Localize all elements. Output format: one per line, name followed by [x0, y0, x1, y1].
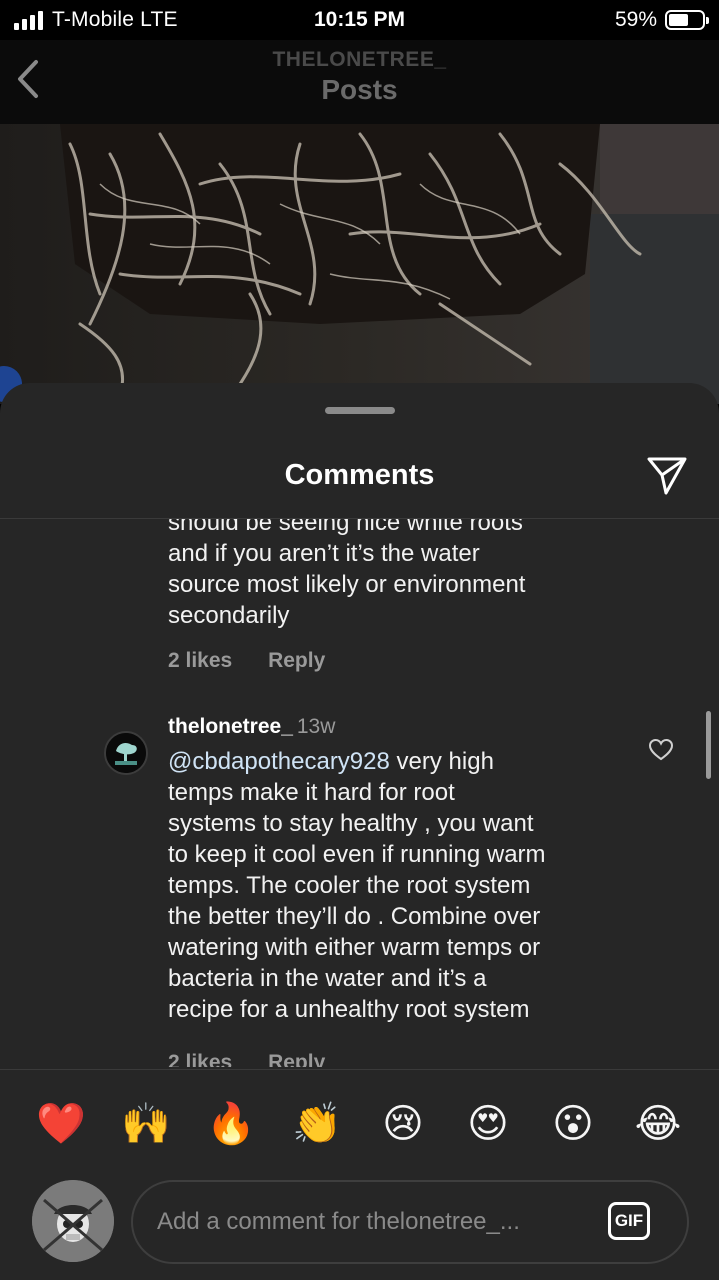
like-button[interactable]	[648, 737, 674, 763]
post-image[interactable]	[0, 124, 719, 404]
clock: 10:15 PM	[313, 8, 406, 31]
comment-meta: 2 likes Reply	[168, 1051, 355, 1067]
comment-line: temps make it hard for root	[168, 779, 455, 806]
paper-plane-icon	[647, 457, 687, 495]
composer-avatar[interactable]	[32, 1180, 114, 1262]
likes-count[interactable]: 2 likes	[168, 649, 232, 673]
page-header: THELONETREE_ Posts	[0, 40, 719, 124]
comment-line: recipe for a unhealthy root system	[168, 996, 530, 1023]
comment-line: systems to stay healthy , you want	[168, 810, 534, 837]
page-title: Posts	[321, 74, 398, 105]
emoji-heart-eyes[interactable]: 😍	[463, 1099, 513, 1149]
emoji-divider	[0, 1069, 719, 1070]
comment-text: should be seeing nice white roots and if…	[168, 519, 628, 631]
emoji-raising-hands[interactable]: 🙌	[121, 1099, 171, 1149]
header-username[interactable]: THELONETREE_	[0, 48, 719, 72]
comment-line: to keep it cool even if running warm	[168, 841, 546, 868]
roots-photo	[0, 124, 719, 404]
share-button[interactable]	[645, 453, 689, 497]
comment-header: thelonetree_ 13w	[168, 715, 335, 739]
emoji-surprised-face[interactable]: 😮	[548, 1099, 598, 1149]
comment-line: watering with either warm temps or	[168, 934, 541, 961]
avatar[interactable]	[104, 731, 148, 775]
comment-time: 13w	[296, 715, 336, 738]
comment-line: secondarily	[168, 602, 290, 629]
comment-text: @cbdapothecary928 very high temps make i…	[168, 746, 628, 1025]
comment-placeholder: Add a comment for thelonetree_...	[157, 1208, 520, 1235]
sheet-title: Comments	[284, 459, 435, 491]
reply-button[interactable]: Reply	[268, 1051, 325, 1067]
gif-button[interactable]: GIF	[608, 1202, 650, 1240]
emoji-clapping-hands[interactable]: 👏	[292, 1099, 342, 1149]
drag-handle[interactable]	[325, 407, 395, 414]
comment-line: bacteria in the water and it’s a	[168, 965, 487, 992]
likes-count[interactable]: 2 likes	[168, 1051, 232, 1067]
battery-icon	[665, 10, 709, 30]
comment-line: temps. The cooler the root system	[168, 872, 531, 899]
comment-username[interactable]: thelonetree_	[168, 715, 293, 738]
status-bar: T-Mobile LTE 10:15 PM 59%	[0, 0, 719, 40]
heart-outline-icon	[648, 738, 674, 761]
tree-logo-icon	[106, 733, 146, 773]
comment-line: very high	[389, 748, 494, 775]
comment-line: should be seeing nice white roots	[168, 519, 523, 536]
comment-line: and if you aren’t it’s the water	[168, 540, 480, 567]
battery-percent: 59%	[614, 8, 657, 31]
emoji-fire[interactable]: 🔥	[206, 1099, 256, 1149]
comment-line: source most likely or environment	[168, 571, 526, 598]
comment-meta: 2 likes Reply	[168, 649, 355, 673]
comment-line-1: @cbdapothecary928 very high	[168, 746, 628, 777]
skull-avatar-icon	[32, 1180, 114, 1262]
emoji-crying-face[interactable]: 😢	[378, 1099, 428, 1149]
scrollbar[interactable]	[706, 711, 711, 779]
emoji-reaction-row: ❤️ 🙌 🔥 👏 😢 😍 😮 😂	[0, 1099, 719, 1149]
comment-input[interactable]: Add a comment for thelonetree_... GIF	[131, 1180, 689, 1264]
comments-list[interactable]: should be seeing nice white roots and if…	[0, 519, 719, 1067]
comments-sheet: Comments should be seeing nice white roo…	[0, 383, 719, 1280]
emoji-tears-of-joy[interactable]: 😂	[633, 1099, 683, 1149]
reply-button[interactable]: Reply	[268, 649, 325, 673]
emoji-red-heart[interactable]: ❤️	[36, 1099, 86, 1149]
mention-link[interactable]: @cbdapothecary928	[168, 748, 390, 775]
comment-line: the better they’ll do . Combine over	[168, 903, 541, 930]
